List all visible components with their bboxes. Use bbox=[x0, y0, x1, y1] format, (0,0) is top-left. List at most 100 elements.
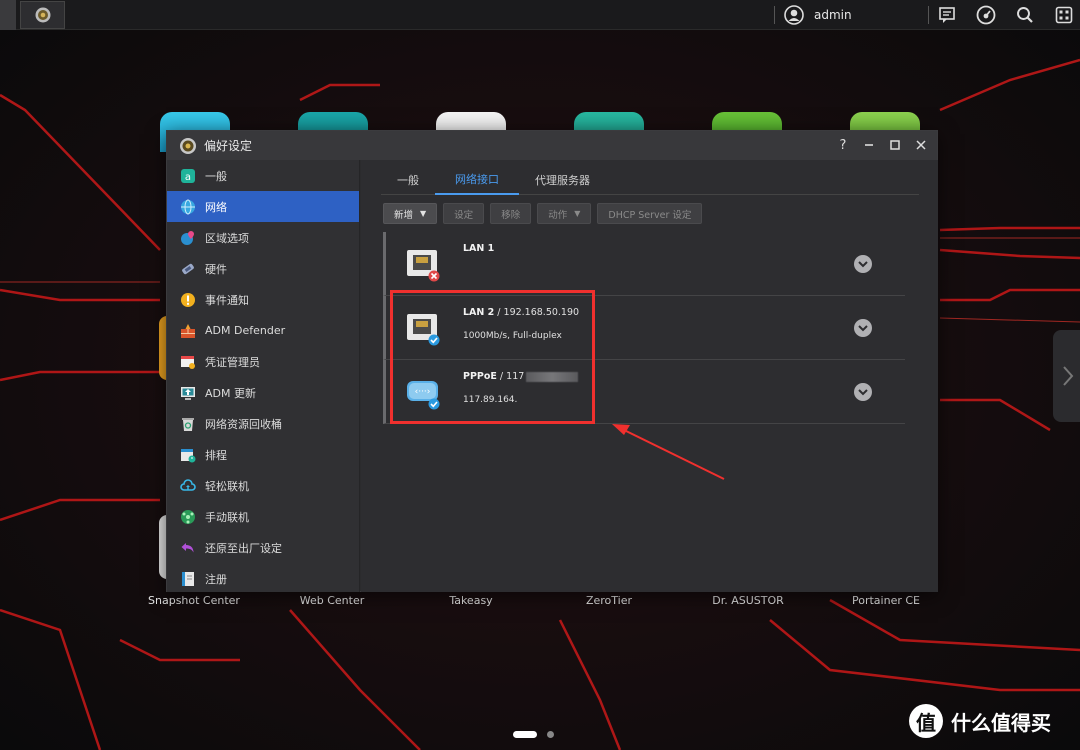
site-watermark: 值 什么值得买 bbox=[909, 704, 1051, 738]
certificate-icon bbox=[179, 353, 196, 370]
expand-button[interactable] bbox=[854, 255, 872, 273]
action-button[interactable]: 动作 ▼ bbox=[537, 203, 592, 224]
ethernet-port-icon bbox=[407, 250, 440, 282]
sidebar-item-notification[interactable]: 事件通知 bbox=[167, 284, 359, 315]
svg-text:a: a bbox=[184, 172, 190, 183]
restore-icon bbox=[179, 539, 196, 556]
sidebar-item-label: ADM 更新 bbox=[205, 386, 256, 400]
sidebar-item-adm-update[interactable]: ADM 更新 bbox=[167, 377, 359, 408]
home-settings-button[interactable] bbox=[20, 1, 65, 29]
minimize-button[interactable] bbox=[861, 136, 877, 154]
apps-icon bbox=[1055, 6, 1073, 24]
add-button-label: 新增 bbox=[394, 209, 414, 221]
desktop-app-label[interactable]: Dr. ASUSTOR bbox=[688, 594, 808, 607]
settings-tabs: 一般 网络接口 代理服务器 bbox=[381, 164, 919, 195]
apps-button[interactable] bbox=[1053, 4, 1075, 26]
sidebar-item-recycle-bin[interactable]: 网络资源回收桶 bbox=[167, 408, 359, 439]
sidebar-item-label: 还原至出厂设定 bbox=[205, 541, 282, 555]
sidebar-item-register[interactable]: 注册 bbox=[167, 563, 359, 594]
sidebar-item-schedule[interactable]: 排程 bbox=[167, 439, 359, 470]
sidebar-item-network[interactable]: 网络 bbox=[167, 191, 359, 222]
remove-button[interactable]: 移除 bbox=[490, 203, 532, 224]
sidebar-item-restore[interactable]: 还原至出厂设定 bbox=[167, 532, 359, 563]
top-taskbar: admin bbox=[0, 0, 1080, 30]
close-button[interactable] bbox=[913, 136, 929, 154]
sidebar-item-label: 网络 bbox=[205, 200, 227, 214]
preferences-app-icon bbox=[180, 137, 196, 154]
annotation-highlight-box bbox=[390, 290, 595, 424]
next-page-button[interactable] bbox=[1053, 330, 1080, 422]
tab-general[interactable]: 一般 bbox=[381, 164, 435, 195]
desktop-app-label[interactable]: Takeasy bbox=[411, 594, 531, 607]
sidebar-item-label: 一般 bbox=[205, 169, 227, 183]
user-menu[interactable]: admin bbox=[784, 5, 852, 25]
annotation-arrow bbox=[612, 424, 725, 480]
sidebar-item-region[interactable]: 区域选项 bbox=[167, 222, 359, 253]
sidebar-item-label: 网络资源回收桶 bbox=[205, 417, 282, 431]
chevron-right-icon bbox=[1063, 366, 1074, 386]
desktop-app-label[interactable]: Snapshot Center bbox=[134, 594, 254, 607]
sidebar-item-label: 轻松联机 bbox=[205, 479, 249, 493]
desktop-app-label[interactable]: Web Center bbox=[272, 594, 392, 607]
minimize-icon bbox=[865, 144, 873, 146]
alert-icon bbox=[179, 291, 196, 308]
sidebar-item-label: 排程 bbox=[205, 448, 227, 462]
sidebar-item-general[interactable]: a 一般 bbox=[167, 160, 359, 191]
chevron-down-icon bbox=[858, 325, 868, 332]
sidebar-item-hardware[interactable]: 硬件 bbox=[167, 253, 359, 284]
close-icon bbox=[916, 140, 926, 150]
desktop-app-label[interactable]: ZeroTier bbox=[549, 594, 669, 607]
add-button[interactable]: 新增 ▼ bbox=[383, 203, 438, 224]
message-button[interactable] bbox=[936, 4, 958, 26]
firewall-icon bbox=[179, 322, 196, 339]
region-icon bbox=[179, 229, 196, 246]
caret-down-icon: ▼ bbox=[574, 209, 581, 218]
taskbar-left-strip bbox=[0, 0, 16, 30]
tab-network-interface[interactable]: 网络接口 bbox=[435, 164, 519, 195]
page-dot-active[interactable] bbox=[513, 731, 537, 738]
taskbar-separator bbox=[774, 6, 775, 24]
manual-connect-icon bbox=[179, 508, 196, 525]
sidebar-item-manual-connect[interactable]: 手动联机 bbox=[167, 501, 359, 532]
search-button[interactable] bbox=[1014, 4, 1036, 26]
tab-proxy-server[interactable]: 代理服务器 bbox=[519, 164, 606, 195]
maximize-icon bbox=[890, 140, 900, 150]
search-icon bbox=[1017, 7, 1033, 23]
home-settings-icon bbox=[35, 7, 50, 23]
desktop-app-label[interactable]: Portainer CE bbox=[826, 594, 946, 607]
page-indicator bbox=[513, 731, 554, 738]
register-icon bbox=[179, 570, 196, 587]
dhcp-server-settings-button[interactable]: DHCP Server 设定 bbox=[597, 203, 703, 224]
dashboard-button[interactable] bbox=[975, 4, 997, 26]
maximize-button[interactable] bbox=[887, 136, 903, 154]
interface-name: LAN 1 bbox=[463, 243, 495, 254]
sidebar-item-easy-connect[interactable]: 轻松联机 bbox=[167, 470, 359, 501]
window-controls: ? bbox=[835, 136, 929, 154]
action-button-label: 动作 bbox=[548, 209, 568, 221]
preferences-sidebar: a 一般 网络 区域选项 硬件 事件通知 ADM Defender 凭证管理员 bbox=[167, 160, 360, 592]
expand-button[interactable] bbox=[854, 383, 872, 401]
window-titlebar[interactable]: 偏好设定 ? bbox=[167, 131, 937, 160]
expand-button[interactable] bbox=[854, 319, 872, 337]
sidebar-item-adm-defender[interactable]: ADM Defender bbox=[167, 315, 359, 346]
schedule-icon bbox=[179, 446, 196, 463]
general-icon: a bbox=[179, 167, 196, 184]
interface-toolbar: 新增 ▼ 设定 移除 动作 ▼ DHCP Server 设定 bbox=[383, 203, 703, 224]
message-icon bbox=[939, 7, 955, 23]
hardware-icon bbox=[179, 260, 196, 277]
sidebar-item-certificate[interactable]: 凭证管理员 bbox=[167, 346, 359, 377]
window-title: 偏好设定 bbox=[204, 139, 253, 153]
sidebar-item-label: ADM Defender bbox=[205, 324, 286, 337]
globe-icon bbox=[179, 198, 196, 215]
sidebar-item-label: 手动联机 bbox=[205, 510, 249, 524]
sidebar-item-label: 硬件 bbox=[205, 262, 227, 276]
settings-button[interactable]: 设定 bbox=[443, 203, 485, 224]
help-button[interactable]: ? bbox=[835, 136, 851, 154]
taskbar-separator bbox=[928, 6, 929, 24]
recycle-bin-icon bbox=[179, 415, 196, 432]
interface-row-lan1[interactable]: LAN 1 bbox=[383, 232, 905, 296]
page-dot[interactable] bbox=[547, 731, 554, 738]
sidebar-item-label: 事件通知 bbox=[205, 293, 249, 307]
watermark-text: 什么值得买 bbox=[951, 710, 1051, 735]
chevron-down-icon bbox=[858, 389, 868, 396]
